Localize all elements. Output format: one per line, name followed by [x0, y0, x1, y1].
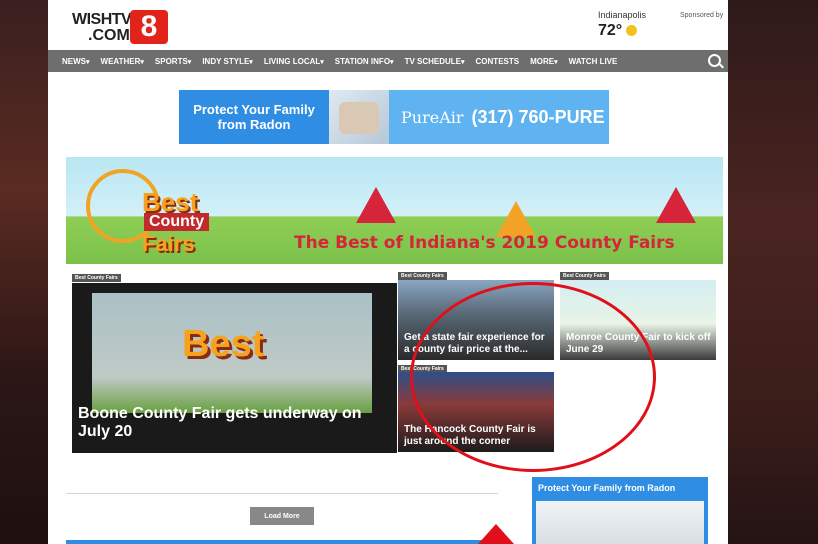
search-icon[interactable]	[708, 54, 721, 67]
sun-icon	[626, 25, 638, 37]
story-card-monroe[interactable]: Monroe County Fair to kick off June 29	[560, 280, 716, 360]
story-tag[interactable]: Best County Fairs	[560, 272, 609, 280]
logo-text-line2: .COM	[88, 27, 130, 44]
site-logo[interactable]: WISHTV .COM 8	[72, 8, 172, 46]
background-right	[728, 0, 818, 544]
story-tag[interactable]: Best County Fairs	[398, 272, 447, 280]
nav-item-station-info[interactable]: STATION INFO▾	[335, 57, 394, 66]
divider	[66, 493, 498, 494]
weather-temp: 72°	[598, 22, 623, 39]
nav-item-tv-schedule[interactable]: TV SCHEDULE▾	[405, 57, 465, 66]
nav-item-sports[interactable]: SPORTS▾	[155, 57, 191, 66]
chevron-down-icon: ▾	[187, 58, 192, 66]
banner-headline: The Best of Indiana's 2019 County Fairs	[294, 233, 675, 253]
nav-item-contests[interactable]: CONTESTS	[476, 57, 520, 66]
weather-widget[interactable]: Indianapolis 72°	[598, 10, 646, 40]
nav-item-news[interactable]: NEWS▾	[62, 57, 90, 66]
nav-label: INDY STYLE	[202, 56, 250, 66]
chevron-down-icon: ▾	[140, 58, 144, 66]
story-image-best-word: Best	[182, 323, 265, 365]
page: WISHTV .COM 8 Indianapolis 72° Sponsored…	[48, 0, 728, 544]
nav-item-indy-style[interactable]: INDY STYLE▾	[202, 57, 253, 66]
nav-item-living-local[interactable]: LIVING LOCAL▾	[264, 57, 324, 66]
main-nav: NEWS▾ WEATHER▾ SPORTS▾ INDY STYLE▾ LIVIN…	[48, 50, 728, 72]
story-title: Monroe County Fair to kick off June 29	[566, 332, 711, 355]
weather-temp-row: 72°	[598, 22, 646, 40]
ad-banner-radon[interactable]: Protect Your Family from Radon PureAir (…	[179, 90, 609, 144]
nav-label: NEWS	[62, 56, 86, 66]
nav-label: CONTESTS	[475, 56, 520, 66]
annotation-arrow-icon	[478, 524, 514, 544]
ad-brand-name: PureAir	[401, 107, 464, 127]
nav-label: TV SCHEDULE	[404, 56, 462, 66]
best-county-fairs-badge: Best County Fairs	[122, 187, 272, 257]
nav-item-watch-live[interactable]: WATCH LIVE	[569, 57, 618, 66]
logo-mark: 8	[130, 10, 168, 44]
tent-icon	[496, 201, 536, 237]
ad-brand-block: PureAir (317) 760-PURE	[389, 90, 609, 144]
badge-fairs: Fairs	[142, 231, 195, 256]
nav-item-more[interactable]: MORE▾	[530, 57, 558, 66]
story-card-hancock[interactable]: The Hancock County Fair is just around t…	[398, 372, 554, 452]
nav-label: WATCH LIVE	[568, 56, 618, 66]
side-ad-radon[interactable]: Protect Your Family from Radon	[532, 477, 708, 544]
badge-county: County	[144, 213, 210, 231]
story-title: The Hancock County Fair is just around t…	[404, 424, 536, 447]
sponsored-label: Sponsored by	[680, 12, 724, 19]
county-fairs-banner[interactable]: Best County Fairs The Best of Indiana's …	[66, 157, 723, 264]
chevron-down-icon: ▾	[390, 58, 394, 66]
background-left	[0, 0, 48, 544]
nav-label: LIVING LOCAL	[263, 56, 321, 66]
nav-item-weather[interactable]: WEATHER▾	[101, 57, 144, 66]
side-ad-image	[536, 501, 704, 544]
ad-family-photo	[329, 90, 389, 144]
nav-label: MORE	[530, 56, 555, 66]
side-ad-title: Protect Your Family from Radon	[538, 483, 676, 493]
site-header: WISHTV .COM 8 Indianapolis 72° Sponsored…	[48, 0, 728, 50]
nav-label: WEATHER	[100, 56, 141, 66]
tent-icon	[356, 187, 396, 223]
ad-phone: (317) 760-PURE	[471, 106, 605, 127]
chevron-down-icon: ▾	[86, 58, 90, 66]
tent-icon	[656, 187, 696, 223]
story-card-state-fair[interactable]: Get a state fair experience for a county…	[398, 280, 554, 360]
nav-label: SPORTS	[154, 56, 188, 66]
chevron-down-icon: ▾	[461, 58, 465, 66]
weather-city: Indianapolis	[598, 10, 647, 20]
story-tag[interactable]: Best County Fairs	[72, 274, 121, 282]
load-more-button[interactable]: Load More	[250, 507, 314, 525]
story-title: Boone County Fair gets underway on July …	[78, 405, 362, 440]
ad-text: Protect Your Family from Radon	[193, 102, 315, 132]
bottom-content-strip	[66, 540, 486, 544]
nav-label: STATION INFO	[334, 56, 391, 66]
chevron-down-icon: ▾	[554, 58, 558, 66]
chevron-down-icon: ▾	[249, 58, 253, 66]
story-card-boone[interactable]: Best Boone County Fair gets underway on …	[72, 283, 397, 453]
story-title: Get a state fair experience for a county…	[404, 332, 545, 355]
chevron-down-icon: ▾	[320, 58, 324, 66]
